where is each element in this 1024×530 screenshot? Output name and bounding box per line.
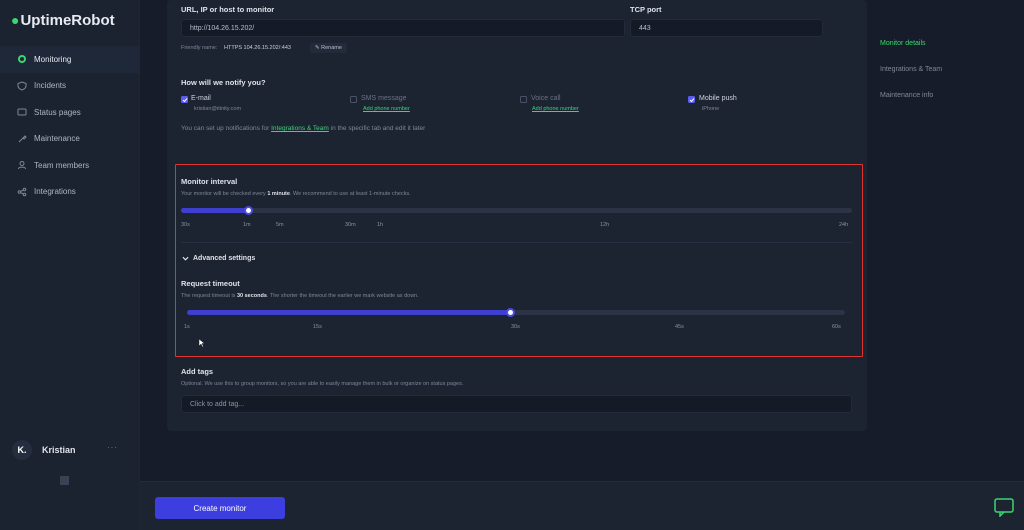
integrations-icon <box>16 186 28 198</box>
mobile-push-checkbox[interactable] <box>688 96 695 103</box>
monitoring-icon <box>16 53 28 65</box>
logo[interactable]: ●UptimeRobot <box>11 12 115 29</box>
tags-hint: Optional. We use this to group monitors,… <box>181 381 464 387</box>
port-label: TCP port <box>630 5 662 14</box>
sidebar-item-label: Integrations <box>34 187 76 197</box>
url-label: URL, IP or host to monitor <box>181 5 275 14</box>
email-address: kristian@itinity.com <box>194 106 242 112</box>
create-monitor-button[interactable]: Create monitor <box>155 497 285 519</box>
chat-icon[interactable] <box>993 497 1015 517</box>
sidebar-item-maintenance[interactable]: Maintenance <box>0 126 140 153</box>
email-checkbox[interactable] <box>181 96 188 103</box>
integrations-team-link[interactable]: Integrations & Team <box>271 125 329 132</box>
highlight-box <box>175 164 863 357</box>
incidents-icon <box>16 80 28 92</box>
notify-hint: You can set up notifications for Integra… <box>181 125 425 132</box>
friendly-name-prefix: Friendly name: <box>181 45 218 51</box>
sidebar-item-monitoring[interactable]: Monitoring <box>0 46 140 73</box>
status-pages-icon <box>16 106 28 118</box>
menu-integrations-team[interactable]: Integrations & Team <box>880 66 942 73</box>
notify-hint-text: You can set up notifications for <box>181 125 270 132</box>
tags-input[interactable]: Click to add tag... <box>181 395 852 413</box>
check-icon <box>182 97 187 102</box>
user-menu-more[interactable]: ··· <box>107 443 118 452</box>
mouse-cursor-icon <box>198 338 206 348</box>
check-icon <box>689 97 694 102</box>
avatar: K. <box>12 440 32 460</box>
voice-checkbox[interactable] <box>520 96 527 103</box>
port-input[interactable]: 443 <box>630 19 823 37</box>
team-icon <box>16 159 28 171</box>
mobile-push-device: iPhone <box>702 106 720 112</box>
sidebar-nav: Monitoring Incidents Status pages Mainte… <box>0 46 140 205</box>
maintenance-icon <box>16 133 28 145</box>
sidebar-item-label: Monitoring <box>34 54 72 64</box>
collapse-sidebar-icon[interactable] <box>60 476 69 485</box>
voice-add-phone-link[interactable]: Add phone number <box>532 106 579 112</box>
sidebar: ●UptimeRobot Monitoring Incidents Status… <box>0 0 140 530</box>
sms-option-label: SMS message <box>361 95 407 102</box>
sidebar-item-label: Team members <box>34 160 90 170</box>
sidebar-item-label: Status pages <box>34 107 81 117</box>
notify-hint-text-after: in the specific tab and edit it later <box>330 125 426 132</box>
sidebar-item-integrations[interactable]: Integrations <box>0 179 140 206</box>
menu-monitor-details[interactable]: Monitor details <box>880 40 926 47</box>
mobile-push-option-label: Mobile push <box>699 95 737 102</box>
rename-label: Rename <box>321 45 342 51</box>
url-input[interactable]: http://104.26.15.202/ <box>181 19 625 37</box>
sidebar-item-team-members[interactable]: Team members <box>0 152 140 179</box>
email-option-label: E-mail <box>191 95 211 102</box>
user-profile[interactable]: K. Kristian <box>12 440 76 460</box>
username: Kristian <box>42 445 76 455</box>
tags-title: Add tags <box>181 367 214 376</box>
rename-button[interactable]: ✎ Rename <box>310 43 347 53</box>
sms-checkbox[interactable] <box>350 96 357 103</box>
sidebar-item-status-pages[interactable]: Status pages <box>0 99 140 126</box>
voice-option-label: Voice call <box>531 95 561 102</box>
sms-add-phone-link[interactable]: Add phone number <box>363 106 410 112</box>
notify-title: How will we notify you? <box>181 78 266 87</box>
friendly-name-value: HTTPS 104.26.15.202/:443 <box>224 45 291 51</box>
sidebar-item-incidents[interactable]: Incidents <box>0 73 140 100</box>
sidebar-item-label: Incidents <box>34 81 67 91</box>
sidebar-item-label: Maintenance <box>34 134 80 144</box>
menu-maintenance-info[interactable]: Maintenance info <box>880 92 933 99</box>
